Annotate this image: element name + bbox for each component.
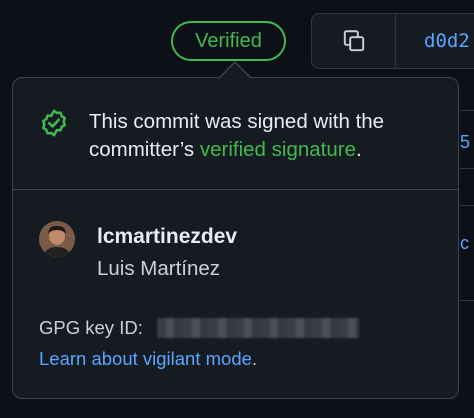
background-divider [460, 300, 474, 301]
popover-caret-fill [220, 63, 250, 78]
copy-sha-button[interactable] [311, 13, 395, 69]
verified-label: Verified [195, 29, 262, 52]
signer-full-name: Luis Martínez [97, 257, 221, 280]
background-text-peek: 5 [460, 132, 471, 152]
signature-popover: This commit was signed with the committe… [12, 77, 459, 399]
avatar[interactable] [39, 221, 75, 257]
background-text-peek: c [460, 233, 469, 253]
verified-signature-link[interactable]: verified signature [200, 138, 356, 161]
signer-username-link[interactable]: lcmartinezdev [97, 225, 237, 249]
gpg-key-label: GPG key ID: [39, 317, 143, 338]
gpg-key-id-redacted [156, 318, 359, 338]
vigilant-mode-row: Learn about vigilant mode. [39, 348, 257, 370]
commit-sha-link[interactable]: d0d2 [395, 13, 474, 69]
gpg-key-row: GPG key ID: [39, 317, 359, 339]
background-divider [460, 168, 474, 169]
background-divider [460, 110, 474, 111]
copy-icon [343, 30, 364, 52]
signature-message: This commit was signed with the committe… [89, 108, 449, 164]
vigilant-mode-suffix: . [251, 348, 258, 369]
avatar-image [39, 221, 75, 257]
background-divider [460, 205, 474, 206]
commit-sha-text: d0d2 [424, 30, 470, 52]
signature-message-section: This commit was signed with the committe… [13, 78, 458, 190]
signature-message-suffix: . [356, 138, 362, 161]
verified-badge[interactable]: Verified [171, 21, 286, 61]
verified-shield-icon [42, 109, 66, 137]
signer-section: lcmartinezdev Luis Martínez GPG key ID: … [13, 191, 458, 399]
vigilant-mode-link[interactable]: Learn about vigilant mode [39, 348, 252, 369]
